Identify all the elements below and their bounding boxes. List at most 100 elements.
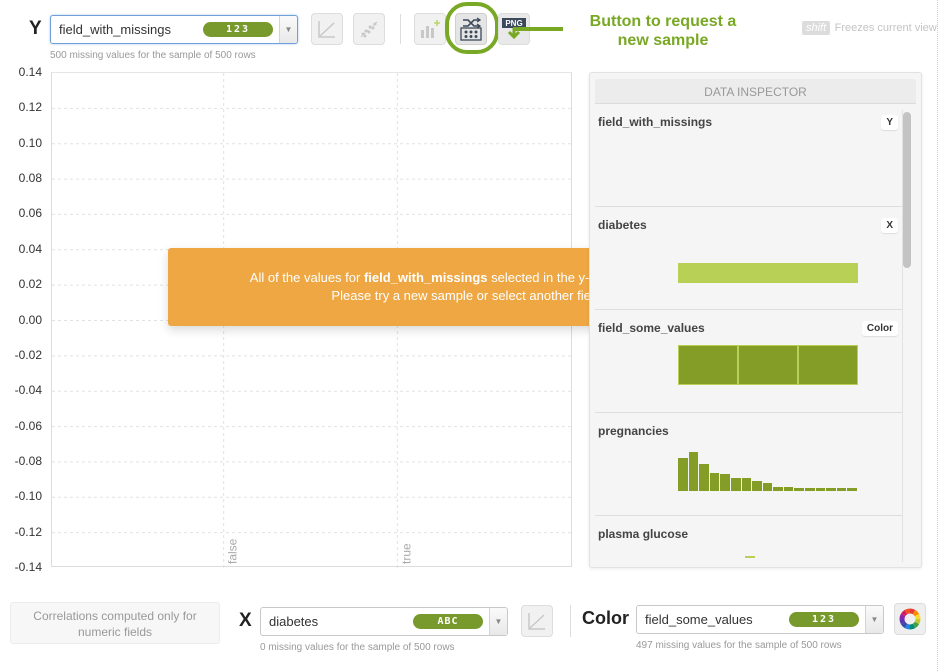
inspector-item-plasma-glucose[interactable]: plasma glucose [595,516,902,562]
inspector-scrollbar-thumb[interactable] [903,112,911,268]
correlation-note: Correlations computed only for numeric f… [10,602,220,644]
y-missing-note: 500 missing values for the sample of 500… [50,50,256,61]
histogram-bar [836,488,847,491]
y-tick-label: -0.14 [14,560,42,574]
add-chart-button[interactable] [414,13,446,45]
histogram-bar [847,488,857,491]
annotation-text: Button to request a new sample [577,12,749,50]
y-tick-label: 0.14 [18,65,42,79]
inspector-title: DATA INSPECTOR [595,79,916,104]
y-tick-label: 0.02 [18,277,42,292]
color-wheel-icon [899,608,921,630]
color-field-name: field_some_values [645,612,753,627]
scatter-trend-button[interactable] [353,13,385,45]
inspector-item-name: field_some_values [598,321,705,335]
diabetes-bar [678,263,858,283]
alert-field: field_with_missings [363,270,488,285]
shift-hint-text: Freezes current view [834,22,937,34]
y-field-select[interactable]: field_with_missings 123 ▼ [50,15,298,44]
y-axis-label: Y [29,18,42,39]
line-chart-icon [528,613,545,630]
highlight-circle [445,2,499,54]
numeric-type-badge: 123 [203,22,273,37]
shift-key: shift [802,21,831,35]
histogram-bar [678,345,738,385]
y-tick-label: 0.06 [18,206,42,221]
y-tick-label: 0.10 [18,135,42,150]
alert-prefix: All of the values for [249,270,364,285]
inspector-item-name: plasma glucose [598,527,689,541]
y-tick-label: -0.10 [14,489,42,504]
bar-chart-plus-icon [421,20,440,38]
pregnancies-histogram [678,449,858,491]
histogram-bar [730,478,741,491]
y-tick-label: -0.02 [14,347,42,362]
y-tick-label: 0.12 [18,100,42,115]
regression-line-button[interactable] [311,13,343,45]
toolbar-divider [400,14,401,44]
categorical-type-badge: ABC [413,614,483,629]
histogram-bar [745,556,755,558]
x-tick-label: false [226,538,240,564]
histogram-bar [762,483,773,491]
y-tick-label: 0.04 [18,241,42,256]
histogram-bar [678,458,688,491]
data-inspector: DATA INSPECTOR field_with_missings Y dia… [589,72,922,568]
color-axis-label: Color [582,608,629,628]
histogram-bar [709,473,720,491]
histogram-bar [688,452,699,491]
y-tick-label: -0.08 [14,453,42,468]
y-tick-label: -0.04 [14,383,42,398]
inspector-item-name: pregnancies [598,424,669,438]
inspector-list[interactable]: field_with_missings Y diabetes X field_s… [595,104,902,562]
inspector-item-name: field_with_missings [598,115,713,129]
color-palette-button[interactable] [894,603,926,635]
histogram-bar [783,487,794,491]
y-tick-label: -0.12 [14,524,42,539]
inspector-item-name: diabetes [598,218,647,232]
y-tick-label: -0.06 [14,418,42,433]
histogram-bar [773,487,783,491]
annotation-line2: new sample [617,32,709,49]
correlation-note-line1: Correlations computed only for [33,609,197,623]
x-axis-label: X [239,610,252,631]
scatter-icon [360,21,378,38]
histogram-bar [720,474,730,491]
x-field-name: diabetes [269,614,319,629]
histogram-bar [699,464,709,491]
chevron-down-icon[interactable]: ▼ [865,606,883,633]
inspector-item-field-some-values[interactable]: field_some_values Color [595,310,902,413]
annotation-line1: Button to request a [589,13,737,30]
histogram-bar [815,488,826,491]
annotation-arrow-line [513,27,563,31]
x-tag[interactable]: X [881,218,898,233]
page-edge [937,0,938,671]
y-field-name: field_with_missings [59,22,171,37]
histogram-bar [752,481,762,491]
bottom-divider [570,605,571,637]
x-missing-note: 0 missing values for the sample of 500 r… [260,642,455,653]
histogram-bar [826,488,836,491]
histogram-bar [805,488,815,491]
color-tag[interactable]: Color [861,321,898,336]
inspector-item-pregnancies[interactable]: pregnancies [595,413,902,516]
correlation-note-line2: numeric fields [77,625,153,639]
line-chart-icon [318,21,335,38]
inspector-item-field-with-missings[interactable]: field_with_missings Y [595,104,902,207]
histogram-bar [738,345,798,385]
y-tick-label: 0.00 [18,312,42,327]
histogram-bar [741,478,752,491]
numeric-type-badge: 123 [789,612,859,627]
inspector-item-diabetes[interactable]: diabetes X [595,207,902,310]
x-field-select[interactable]: diabetes ABC ▼ [260,607,508,636]
color-missing-note: 497 missing values for the sample of 500… [636,640,842,651]
chevron-down-icon[interactable]: ▼ [489,608,507,635]
histogram-bar [794,488,805,491]
shift-hint: shift Freezes current view [802,18,937,36]
x-tick-label: true [399,543,413,564]
histogram-bar [798,345,858,385]
y-tag[interactable]: Y [881,115,898,130]
color-field-select[interactable]: field_some_values 123 ▼ [636,605,884,634]
chevron-down-icon[interactable]: ▼ [279,16,297,43]
x-regression-button[interactable] [521,605,553,637]
